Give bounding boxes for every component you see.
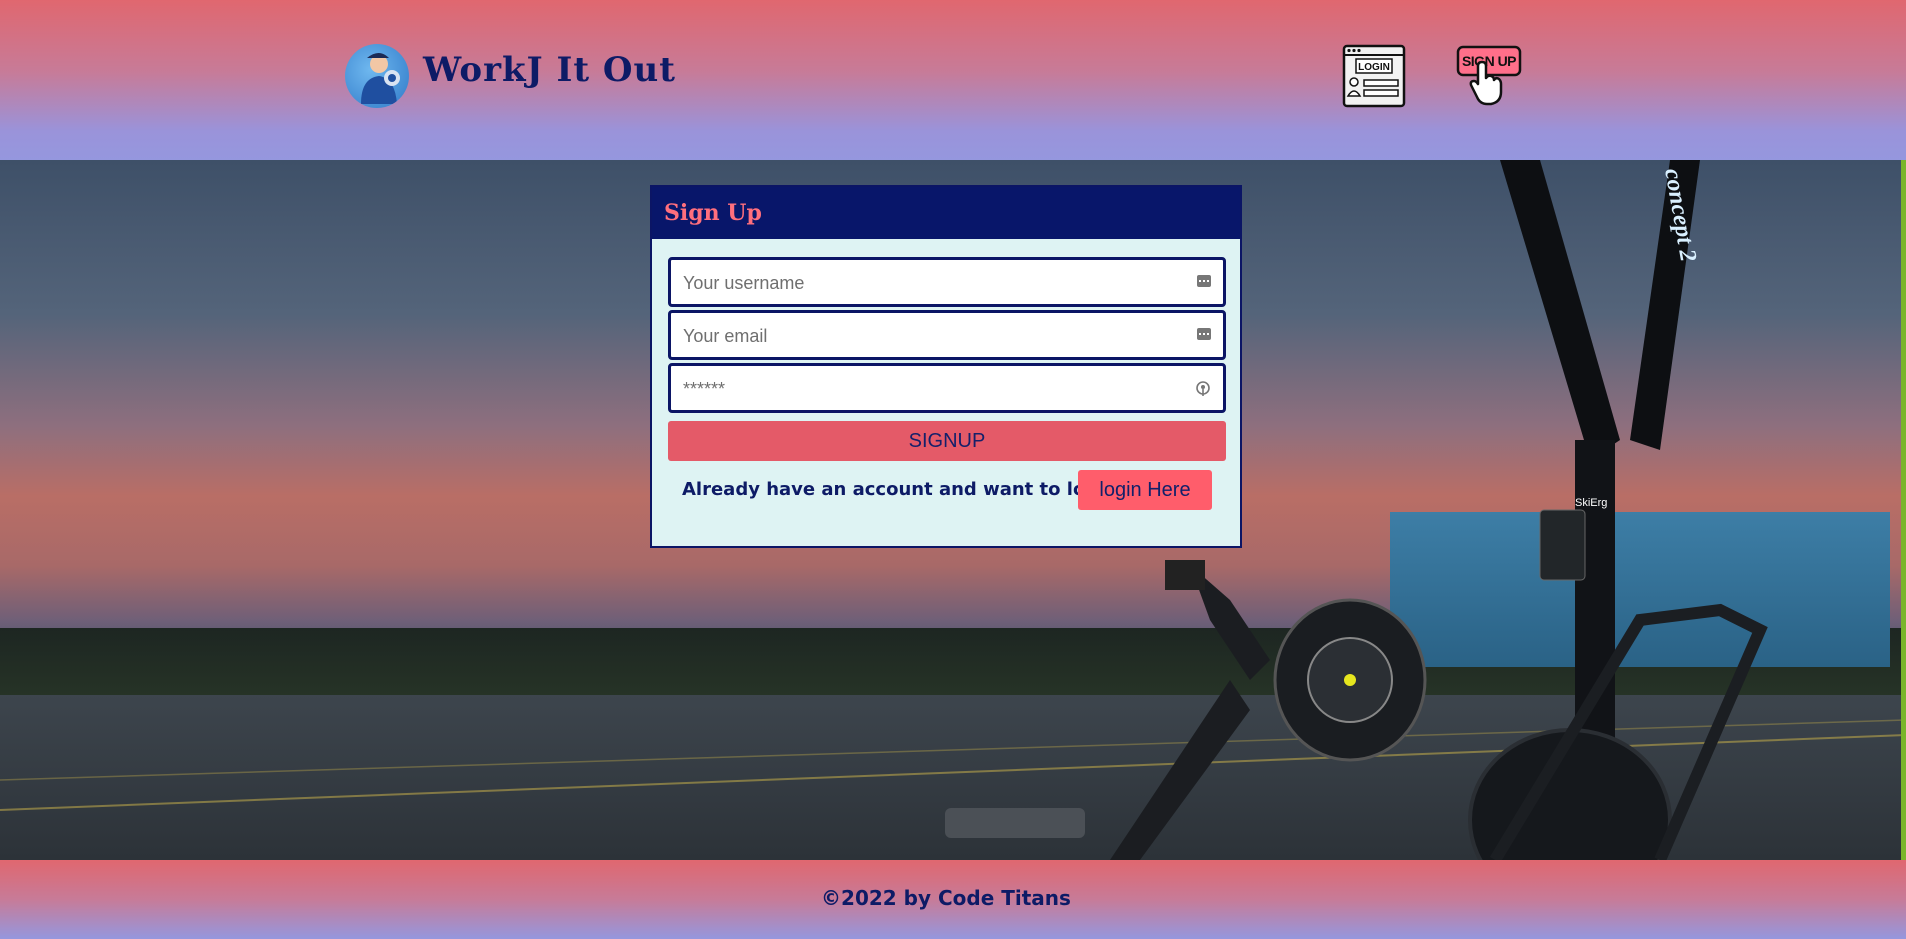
login-nav-label: LOGIN — [1358, 62, 1390, 73]
login-prompt-text: Already have an account and want to logi… — [682, 479, 1125, 500]
logo-icon[interactable] — [345, 44, 409, 108]
signup-button[interactable]: SIGNUP — [668, 421, 1226, 461]
password-input[interactable] — [681, 366, 1185, 412]
ski-erg-model-label: SkiErg — [1575, 497, 1607, 509]
signup-form-title: Sign Up — [652, 187, 1240, 239]
password-field[interactable] — [668, 363, 1226, 413]
email-field[interactable] — [668, 310, 1226, 360]
login-nav-icon[interactable]: LOGIN — [1342, 44, 1406, 112]
signup-form-card: Sign Up SIGNUP Already have an account a… — [650, 185, 1242, 548]
autofill-icon[interactable] — [1197, 275, 1211, 287]
login-here-button[interactable]: login Here — [1078, 470, 1212, 510]
right-edge-accent — [1901, 160, 1906, 860]
email-input[interactable] — [681, 313, 1185, 359]
username-field[interactable] — [668, 257, 1226, 307]
signup-nav-label: SIGN UP — [1462, 53, 1516, 69]
copyright-text: ©2022 by Code Titans — [821, 886, 1071, 910]
username-input[interactable] — [681, 260, 1185, 306]
brand-title[interactable]: WorkJ It Out — [423, 50, 676, 90]
key-icon[interactable] — [1195, 381, 1211, 397]
autofill-icon[interactable] — [1197, 328, 1211, 340]
signup-nav-icon[interactable]: SIGN UP — [1456, 44, 1522, 114]
top-header: WorkJ It Out LOGIN SIGN UP — [0, 0, 1906, 160]
footer: ©2022 by Code Titans — [0, 860, 1906, 939]
